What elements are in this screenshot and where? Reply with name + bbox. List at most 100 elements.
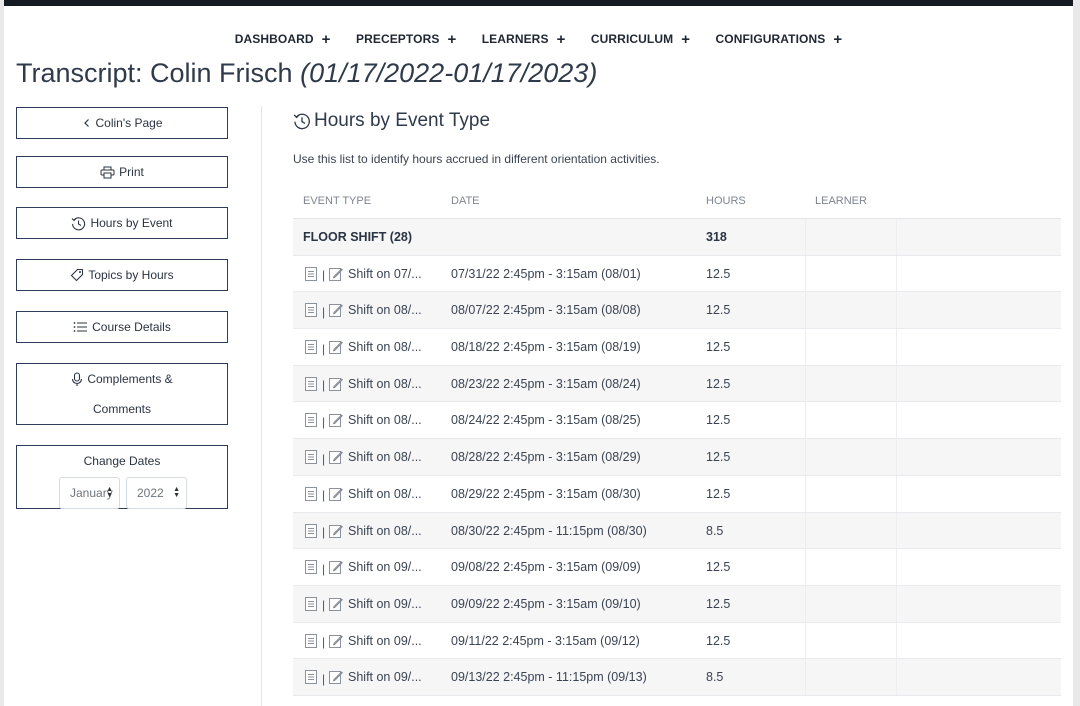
edit-icon[interactable] <box>329 487 344 504</box>
edit-icon[interactable] <box>329 450 344 467</box>
event-date: 09/11/22 2:45pm - 3:15am (09/12) <box>451 633 640 648</box>
hours-by-event-button[interactable]: Hours by Event <box>16 207 228 239</box>
group-hours: 318 <box>706 230 727 244</box>
row-actions: | <box>305 596 344 614</box>
hours-table: EVENT TYPE DATE HOURS LEARNER FLOOR SHIF… <box>293 183 1061 696</box>
document-icon[interactable] <box>305 633 317 651</box>
learner-cell <box>805 292 897 329</box>
edit-icon[interactable] <box>329 267 344 284</box>
page: DASHBOARD + PRECEPTORS + LEARNERS + CURRICU… <box>4 6 1073 706</box>
event-hours: 12.5 <box>706 303 731 318</box>
document-icon[interactable] <box>305 523 317 541</box>
event-date: 08/18/22 2:45pm - 3:15am (08/19) <box>451 340 641 355</box>
event-name-link[interactable]: Shift on 08/... <box>348 303 422 317</box>
row-actions: | <box>305 670 344 687</box>
nav-dashboard-label: DASHBOARD <box>234 32 314 46</box>
document-icon[interactable] <box>305 413 317 430</box>
year-select[interactable]: 2022 ▲ ▼ <box>126 477 187 509</box>
event-hours: 8.5 <box>706 670 724 685</box>
edit-icon[interactable] <box>329 340 344 357</box>
event-name-link[interactable]: Shift on 08/... <box>348 377 422 391</box>
event-name-link[interactable]: Shift on 08/... <box>348 487 422 501</box>
plus-icon: + <box>447 31 457 48</box>
edit-icon[interactable] <box>329 560 344 577</box>
row-separator: | <box>322 268 326 283</box>
event-hours: 12.5 <box>706 596 731 611</box>
learner-cell <box>805 585 897 622</box>
document-icon[interactable] <box>305 340 317 357</box>
nav-preceptors-label: PRECEPTORS <box>355 32 440 46</box>
plus-icon: + <box>556 31 566 48</box>
event-name-link[interactable]: Shift on 09/... <box>348 597 422 611</box>
document-icon[interactable] <box>305 266 317 284</box>
colins-page-button[interactable]: Colin's Page <box>16 107 228 139</box>
group-row-floor-shift: FLOOR SHIFT (28) 318 <box>293 219 1061 256</box>
print-label: Print <box>119 165 144 179</box>
document-icon[interactable] <box>305 303 317 320</box>
event-name-link[interactable]: Shift on 08/... <box>348 413 422 427</box>
event-hours: 12.5 <box>706 450 731 465</box>
event-date: 07/31/22 2:45pm - 3:15am (08/01) <box>451 266 641 281</box>
event-name-link[interactable]: Shift on 09/... <box>348 634 422 648</box>
month-select[interactable]: January ▲ ▼ <box>59 477 120 509</box>
table-row: | Shift on 08/... 08/28/22 2:45pm - 3:15am… <box>293 439 1061 476</box>
event-date: 09/09/22 2:45pm - 3:15am (09/10) <box>451 596 641 611</box>
nav-preceptors[interactable]: PRECEPTORS + <box>355 30 457 48</box>
page-title: Transcript: Colin Frisch (01/17/2022-01/… <box>16 58 597 89</box>
document-icon[interactable] <box>305 450 317 467</box>
event-name-link[interactable]: Shift on 08/... <box>348 450 422 464</box>
row-separator: | <box>322 304 326 319</box>
document-icon[interactable] <box>305 596 317 614</box>
document-icon[interactable] <box>305 560 317 577</box>
edit-icon[interactable] <box>329 413 344 430</box>
event-name-link[interactable]: Shift on 07/... <box>348 267 422 281</box>
edit-icon[interactable] <box>329 634 344 651</box>
nav-learners[interactable]: LEARNERS + <box>482 30 566 48</box>
print-button[interactable]: Print <box>16 156 228 188</box>
table-row: | Shift on 08/... 08/23/22 2:45pm - 3:15am… <box>293 365 1061 403</box>
event-name-link[interactable]: Shift on 09/... <box>348 560 422 574</box>
nav-configurations[interactable]: CONFIGURATIONS + <box>716 30 843 48</box>
edit-icon[interactable] <box>329 303 344 320</box>
learner-cell <box>805 402 897 439</box>
event-name-link[interactable]: Shift on 09/... <box>348 670 422 684</box>
column-header-date: DATE <box>451 195 480 207</box>
document-icon[interactable] <box>305 486 317 504</box>
topics-by-hours-button[interactable]: Topics by Hours <box>16 259 228 291</box>
learner-cell <box>805 329 897 365</box>
nav-dashboard[interactable]: DASHBOARD + <box>234 30 331 48</box>
row-actions: | <box>305 413 344 430</box>
edit-icon[interactable] <box>329 524 344 541</box>
column-header-hours: HOURS <box>706 195 746 207</box>
plus-icon: + <box>321 31 331 48</box>
learner-cell <box>805 512 897 549</box>
row-separator: | <box>322 451 326 466</box>
edit-icon[interactable] <box>329 670 344 687</box>
nav-curriculum[interactable]: CURRICULUM + <box>591 30 690 48</box>
event-date: 09/13/22 2:45pm - 11:15pm (09/13) <box>451 670 647 685</box>
history-icon <box>71 216 86 231</box>
complements-comments-button[interactable]: Complements & Comments <box>16 363 228 425</box>
column-header-event-type: EVENT TYPE <box>303 195 372 207</box>
document-icon[interactable] <box>305 376 317 394</box>
document-icon[interactable] <box>305 670 317 687</box>
event-name-link[interactable]: Shift on 08/... <box>348 340 422 354</box>
event-name-link[interactable]: Shift on 08/... <box>348 524 422 538</box>
tag-icon <box>70 268 84 282</box>
course-details-button[interactable]: Course Details <box>16 311 228 343</box>
row-actions: | <box>305 450 344 467</box>
learner-cell <box>805 255 897 292</box>
row-actions: | <box>305 303 344 320</box>
event-date: 08/30/22 2:45pm - 11:15pm (08/30) <box>451 523 647 538</box>
learner-cell <box>805 439 897 475</box>
edit-icon[interactable] <box>329 377 344 394</box>
group-name: FLOOR SHIFT (28) <box>303 230 413 244</box>
learner-cell <box>805 549 897 585</box>
row-separator: | <box>322 341 326 356</box>
row-actions: | <box>305 633 344 651</box>
event-date: 08/07/22 2:45pm - 3:15am (08/08) <box>451 303 641 318</box>
complements-label-line2: Comments <box>92 402 151 416</box>
edit-icon[interactable] <box>329 597 344 614</box>
event-date: 08/29/22 2:45pm - 3:15am (08/30) <box>451 486 641 501</box>
table-row: | Shift on 08/... 08/07/22 2:45pm - 3:15am… <box>293 292 1061 330</box>
